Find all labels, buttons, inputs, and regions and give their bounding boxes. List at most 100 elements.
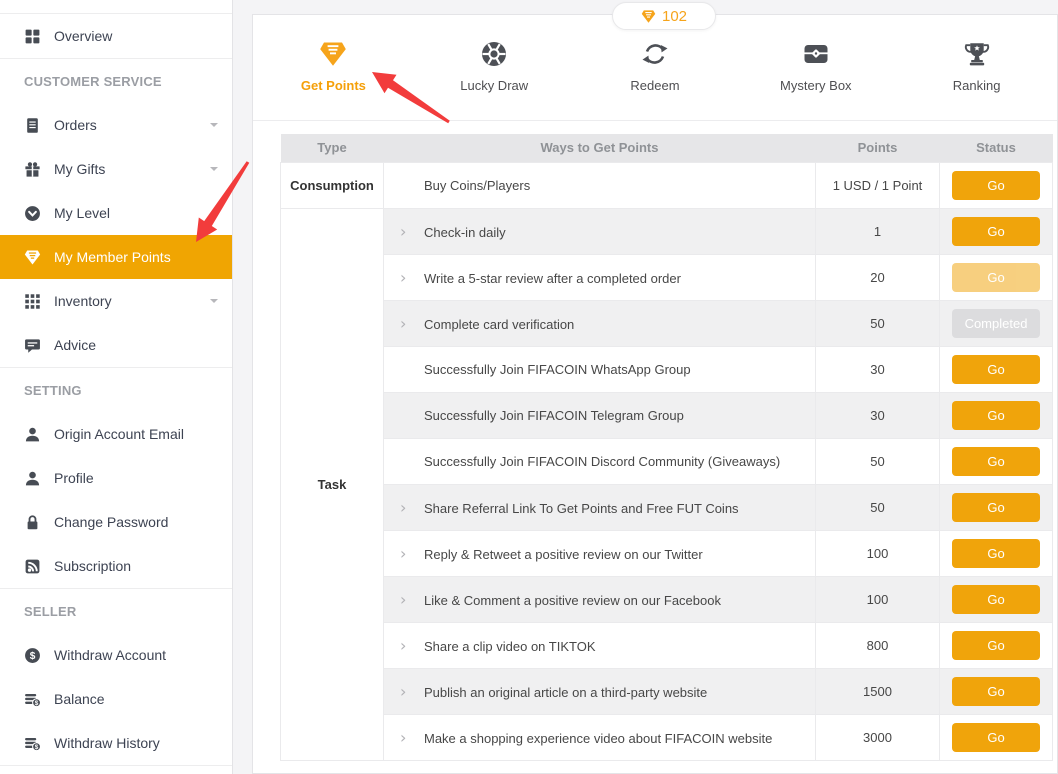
- tab-label: Mystery Box: [780, 78, 852, 93]
- chevron-down-icon: [210, 167, 218, 171]
- expand-chevron-icon[interactable]: ›: [400, 498, 424, 517]
- sidebar-top-divider: [0, 0, 232, 14]
- lock-icon: [24, 514, 41, 531]
- status-cell: Go: [940, 668, 1053, 714]
- gift-icon: [24, 161, 41, 178]
- sidebar-section-header: CUSTOMER SERVICE: [0, 59, 232, 103]
- way-text: Successfully Join FIFACOIN WhatsApp Grou…: [424, 362, 691, 377]
- points-cell: 50: [816, 484, 940, 530]
- sidebar-item-label: Subscription: [54, 558, 131, 574]
- way-text: Successfully Join FIFACOIN Telegram Grou…: [424, 408, 684, 423]
- sidebar-item-change-password[interactable]: Change Password: [0, 500, 232, 544]
- way-text: Share Referral Link To Get Points and Fr…: [424, 501, 739, 516]
- chevron-down-icon: [210, 123, 218, 127]
- advice-icon: [24, 337, 41, 354]
- sidebar-item-my-gifts[interactable]: My Gifts: [0, 147, 232, 191]
- expand-chevron-icon[interactable]: ›: [400, 590, 424, 609]
- tab-mystery-box[interactable]: Mystery Box: [735, 15, 896, 120]
- table-row: ›Share a clip video on TIKTOK800Go: [281, 622, 1053, 668]
- column-header: Ways to Get Points: [384, 134, 816, 162]
- table-row: ›Complete card verification50Completed: [281, 300, 1053, 346]
- sidebar-item-withdraw-history[interactable]: $ Withdraw History: [0, 721, 232, 765]
- chevron-down-icon: [210, 299, 218, 303]
- tab-lucky-draw[interactable]: Lucky Draw: [414, 15, 575, 120]
- sidebar-item-advice[interactable]: Advice: [0, 323, 232, 367]
- go-button[interactable]: Go: [952, 401, 1040, 430]
- svg-text:$: $: [35, 744, 39, 751]
- sidebar-item-balance[interactable]: $ Balance: [0, 677, 232, 721]
- go-button[interactable]: Go: [952, 631, 1040, 660]
- expand-chevron-icon[interactable]: ›: [400, 682, 424, 701]
- sidebar-item-label: Balance: [54, 691, 105, 707]
- sidebar-item-subscription[interactable]: Subscription: [0, 544, 232, 588]
- sidebar-section-header: SETTING: [0, 368, 232, 412]
- expand-chevron-icon[interactable]: ›: [400, 222, 424, 241]
- sidebar-item-my-level[interactable]: My Level: [0, 191, 232, 235]
- go-button[interactable]: Go: [952, 585, 1040, 614]
- way-text: Make a shopping experience video about F…: [424, 731, 772, 746]
- way-cell: Successfully Join FIFACOIN Discord Commu…: [384, 438, 816, 484]
- expand-chevron-icon[interactable]: ›: [400, 544, 424, 563]
- go-button[interactable]: Go: [952, 355, 1040, 384]
- status-cell: Go: [940, 254, 1053, 300]
- svg-text:$: $: [35, 700, 39, 707]
- status-cell: Go: [940, 392, 1053, 438]
- sidebar: OverviewCUSTOMER SERVICEOrdersMy Gifts My…: [0, 0, 233, 774]
- points-cell: 30: [816, 392, 940, 438]
- go-button[interactable]: Go: [952, 539, 1040, 568]
- gem-icon: [641, 9, 656, 24]
- status-cell: Go: [940, 208, 1053, 254]
- expand-chevron-icon[interactable]: ›: [400, 268, 424, 287]
- expand-chevron-icon[interactable]: ›: [400, 636, 424, 655]
- tab-get-points[interactable]: Get Points: [253, 15, 414, 120]
- user-icon: [24, 470, 41, 487]
- sidebar-item-overview[interactable]: Overview: [0, 14, 232, 58]
- user-icon: [24, 426, 41, 443]
- status-cell: Go: [940, 484, 1053, 530]
- way-text: Buy Coins/Players: [424, 178, 530, 193]
- sidebar-item-profile[interactable]: Profile: [0, 456, 232, 500]
- go-button[interactable]: Go: [952, 447, 1040, 476]
- sidebar-item-orders[interactable]: Orders: [0, 103, 232, 147]
- table-row: Successfully Join FIFACOIN WhatsApp Grou…: [281, 346, 1053, 392]
- chest-icon: [802, 40, 830, 68]
- sidebar-item-label: Advice: [54, 337, 96, 353]
- points-table: TypeWays to Get PointsPointsStatus Consu…: [280, 134, 1053, 761]
- table-row: Successfully Join FIFACOIN Discord Commu…: [281, 438, 1053, 484]
- sidebar-item-inventory[interactable]: Inventory: [0, 279, 232, 323]
- redeem-icon: [641, 40, 669, 68]
- status-cell: Go: [940, 530, 1053, 576]
- go-button[interactable]: Go: [952, 493, 1040, 522]
- way-cell: ›Complete card verification: [384, 300, 816, 346]
- sidebar-item-my-member-points[interactable]: My Member Points: [0, 235, 232, 279]
- go-button[interactable]: Go: [952, 171, 1040, 200]
- tab-ranking[interactable]: Ranking: [896, 15, 1057, 120]
- table-row: Task›Check-in daily1Go: [281, 208, 1053, 254]
- table-row: ›Publish an original article on a third-…: [281, 668, 1053, 714]
- completed-button: Completed: [952, 309, 1040, 338]
- inventory-icon: [24, 293, 41, 310]
- sidebar-item-withdraw-account[interactable]: $Withdraw Account: [0, 633, 232, 677]
- points-cell: 100: [816, 576, 940, 622]
- tab-redeem[interactable]: Redeem: [575, 15, 736, 120]
- go-button[interactable]: Go: [952, 723, 1040, 752]
- go-button[interactable]: Go: [952, 217, 1040, 246]
- way-cell: ›Write a 5-star review after a completed…: [384, 254, 816, 300]
- orders-icon: [24, 117, 41, 134]
- points-cell: 1: [816, 208, 940, 254]
- go-button[interactable]: Go: [952, 677, 1040, 706]
- points-cell: 50: [816, 438, 940, 484]
- expand-chevron-icon[interactable]: ›: [400, 728, 424, 747]
- expand-chevron-icon[interactable]: ›: [400, 314, 424, 333]
- points-balance-value: 102: [662, 8, 687, 25]
- tab-label: Redeem: [630, 78, 679, 93]
- points-table-wrap: TypeWays to Get PointsPointsStatus Consu…: [253, 121, 1057, 761]
- way-cell: ›Like & Comment a positive review on our…: [384, 576, 816, 622]
- points-cell: 1500: [816, 668, 940, 714]
- sidebar-item-origin-account-email[interactable]: Origin Account Email: [0, 412, 232, 456]
- go-button[interactable]: Go: [952, 263, 1040, 292]
- sidebar-item-label: My Level: [54, 205, 110, 221]
- sidebar-item-label: Withdraw History: [54, 735, 160, 751]
- points-cell: 800: [816, 622, 940, 668]
- sidebar-section: Overview: [0, 14, 232, 59]
